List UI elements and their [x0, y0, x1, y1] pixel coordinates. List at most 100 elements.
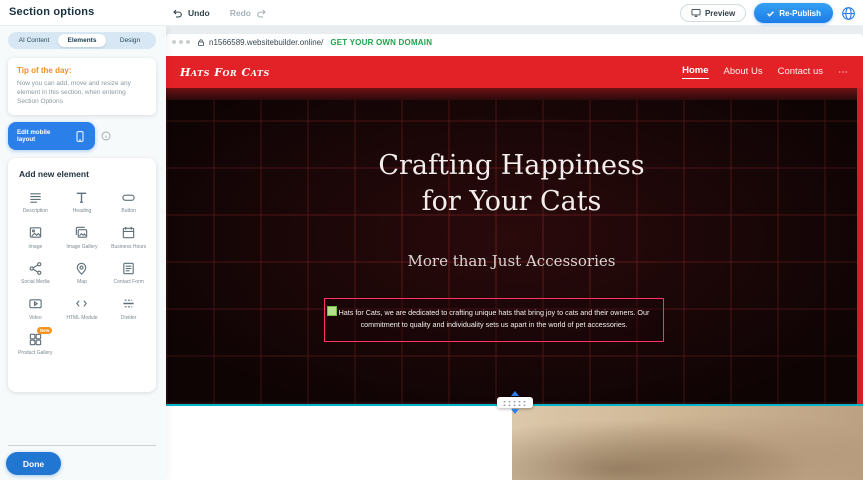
header-shadow-band	[166, 88, 863, 100]
section-resize-handle[interactable]	[497, 391, 533, 414]
element-label: Divider	[121, 315, 137, 322]
monitor-icon	[691, 8, 701, 18]
element-button[interactable]: Button	[105, 189, 152, 215]
arrow-down-icon	[511, 409, 519, 414]
element-contact-form[interactable]: Contact Form	[105, 260, 152, 286]
tab-design[interactable]: Design	[106, 34, 154, 47]
element-label: Image Gallery	[66, 244, 97, 251]
hero-paragraph-box[interactable]: Hats for Cats, we are dedicated to craft…	[324, 298, 664, 342]
nav-home[interactable]: Home	[682, 65, 708, 79]
element-product-gallery[interactable]: New Product Gallery	[12, 331, 59, 357]
element-divider[interactable]: Divider	[105, 296, 152, 322]
element-business-hours[interactable]: Business Hours	[105, 225, 152, 251]
browser-address-bar: n1566589.websitebuilder.online/ GET YOUR…	[166, 34, 863, 50]
hero-paragraph: Hats for Cats, we are dedicated to craft…	[335, 307, 653, 331]
site-preview-area: n1566589.websitebuilder.online/ GET YOUR…	[166, 26, 863, 480]
undo-icon[interactable]	[172, 8, 183, 19]
redo-icon[interactable]	[256, 8, 267, 19]
hero-subheading[interactable]: More than Just Accessories	[166, 252, 857, 270]
element-social-media[interactable]: Social Media	[12, 260, 59, 286]
html-module-icon	[73, 296, 91, 312]
site-url: n1566589.websitebuilder.online/	[209, 38, 323, 47]
add-new-element-panel: Add new element Description Heading Butt…	[8, 158, 156, 392]
element-video[interactable]: Video	[12, 296, 59, 322]
sidebar-tabs: AI Content Elements Design	[8, 32, 156, 49]
left-sidebar: AI Content Elements Design Tip of the da…	[0, 26, 166, 480]
check-icon	[766, 9, 775, 18]
button-icon	[120, 189, 138, 205]
sidebar-divider	[8, 445, 156, 446]
next-section[interactable]	[166, 406, 863, 480]
edit-mobile-layout-button[interactable]: Edit mobile layout	[8, 122, 95, 150]
element-label: Button	[121, 208, 135, 215]
republish-button[interactable]: Re-Publish	[754, 3, 833, 23]
phone-icon	[74, 130, 86, 143]
element-html-module[interactable]: HTML Module	[59, 296, 106, 322]
heading-icon	[73, 189, 91, 205]
tip-body: Now you can add, move and resize any ele…	[17, 79, 147, 106]
site-nav: Home About Us Contact us ⋯	[682, 65, 849, 79]
grip-dots-icon	[502, 400, 528, 406]
product-gallery-icon: New	[26, 331, 44, 347]
element-label: Social Media	[21, 279, 50, 286]
site-canvas: Hats For Cats Home About Us Contact us ⋯…	[166, 50, 863, 480]
new-badge: New	[37, 327, 52, 334]
language-globe-icon[interactable]	[841, 6, 856, 21]
image-icon	[26, 225, 44, 241]
element-label: Contact Form	[114, 279, 144, 286]
hero-section[interactable]: Crafting Happiness for Your Cats More th…	[166, 100, 857, 404]
nav-about-us[interactable]: About Us	[724, 66, 763, 79]
contact-form-icon	[120, 260, 138, 276]
app-topbar: Section options Undo Redo Preview Re-Pub…	[0, 0, 863, 26]
info-icon[interactable]	[101, 131, 111, 141]
arrow-up-icon	[511, 391, 519, 396]
lock-icon	[197, 38, 205, 47]
cat-photo	[512, 406, 863, 480]
element-label: Video	[29, 315, 42, 322]
site-logo[interactable]: Hats For Cats	[180, 66, 270, 79]
element-heading[interactable]: Heading	[59, 189, 106, 215]
element-drag-handle[interactable]	[327, 306, 337, 316]
page-edge-strip	[857, 88, 863, 404]
preview-label: Preview	[705, 9, 735, 18]
element-grid: Description Heading Button Image	[8, 183, 156, 363]
element-label: Map	[77, 279, 87, 286]
nav-more-icon[interactable]: ⋯	[838, 67, 849, 78]
edit-mobile-label: Edit mobile layout	[17, 129, 69, 143]
element-label: HTML Module	[66, 315, 97, 322]
republish-label: Re-Publish	[779, 9, 821, 18]
topbar-actions: Preview Re-Publish	[680, 0, 856, 26]
nav-contact-us[interactable]: Contact us	[778, 66, 823, 79]
tip-title: Tip of the day:	[17, 66, 147, 75]
video-icon	[26, 296, 44, 312]
undo-redo-group: Undo Redo	[172, 0, 267, 26]
tip-of-the-day-card: Tip of the day: Now you can add, move an…	[8, 58, 156, 115]
done-button[interactable]: Done	[6, 452, 61, 475]
element-description[interactable]: Description	[12, 189, 59, 215]
page-title: Section options	[9, 6, 95, 18]
element-label: Business Hours	[111, 244, 146, 251]
element-map[interactable]: Map	[59, 260, 106, 286]
divider-icon	[120, 296, 138, 312]
add-element-title: Add new element	[8, 158, 156, 183]
map-pin-icon	[73, 260, 91, 276]
element-label: Image	[28, 244, 42, 251]
description-icon	[26, 189, 44, 205]
undo-button[interactable]: Undo	[188, 8, 210, 18]
element-label: Heading	[73, 208, 92, 215]
site-header: Hats For Cats Home About Us Contact us ⋯	[166, 56, 863, 88]
element-label: Product Gallery	[18, 350, 52, 357]
preview-button[interactable]: Preview	[680, 4, 746, 22]
hero-heading[interactable]: Crafting Happiness for Your Cats	[357, 148, 667, 221]
tab-ai-content[interactable]: AI Content	[10, 34, 58, 47]
element-image-gallery[interactable]: Image Gallery	[59, 225, 106, 251]
tab-elements[interactable]: Elements	[58, 34, 106, 47]
redo-button[interactable]: Redo	[230, 8, 251, 18]
window-dots-icon	[172, 40, 190, 44]
element-label: Description	[23, 208, 48, 215]
element-image[interactable]: Image	[12, 225, 59, 251]
grip-pill	[497, 397, 533, 408]
get-domain-link[interactable]: GET YOUR OWN DOMAIN	[330, 38, 432, 47]
social-media-icon	[26, 260, 44, 276]
business-hours-icon	[120, 225, 138, 241]
